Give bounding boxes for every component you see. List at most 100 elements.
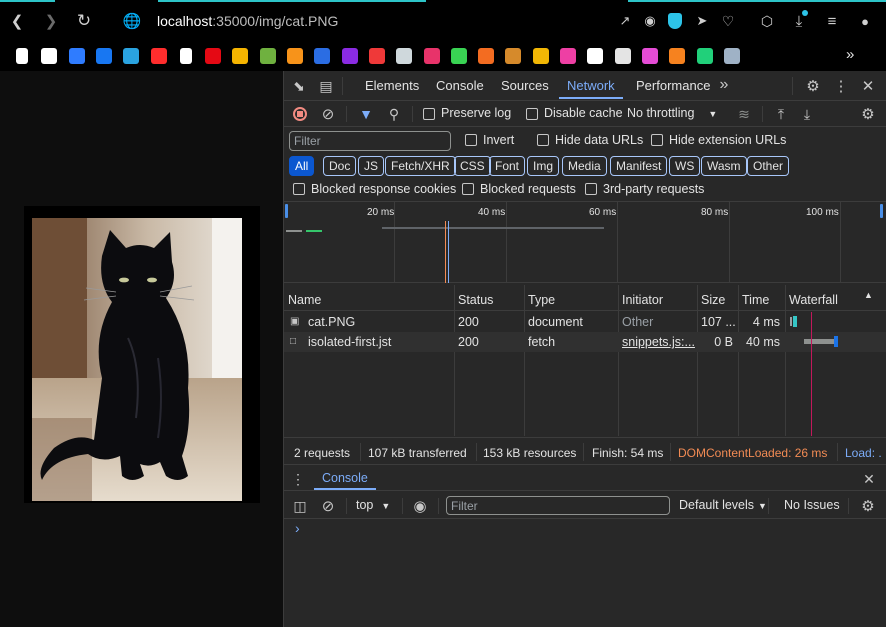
close-drawer-button[interactable]: ✕ <box>860 470 878 488</box>
network-settings-button[interactable]: ⚙ <box>859 105 877 123</box>
facebook-icon[interactable] <box>95 48 112 64</box>
netflix-icon[interactable] <box>205 48 222 64</box>
type-filter-img[interactable]: Img <box>527 156 560 176</box>
preserve-log-checkbox[interactable] <box>423 108 435 120</box>
live-expression-button[interactable]: ◉ <box>410 497 430 515</box>
more-options-button[interactable]: ⋮ <box>832 77 850 95</box>
type-filter-js[interactable]: JS <box>358 156 385 176</box>
coin-icon[interactable] <box>287 48 303 64</box>
send-button[interactable]: ➤ <box>691 10 713 32</box>
column-initiator[interactable]: Initiator <box>618 289 663 311</box>
brush-icon[interactable] <box>232 48 249 64</box>
device-toolbar-button[interactable]: ▤ <box>317 77 335 95</box>
tab-sources[interactable]: Sources <box>493 71 557 99</box>
site-info-button[interactable]: 🌐 <box>121 10 143 32</box>
console-prompt[interactable]: › <box>295 520 300 536</box>
column-time[interactable]: Time <box>738 289 769 311</box>
tab-elements[interactable]: Elements <box>357 71 427 99</box>
sparkle-icon[interactable] <box>41 48 58 64</box>
share-button[interactable]: ↗ <box>614 10 636 32</box>
context-select[interactable]: top ▼ <box>356 498 390 512</box>
drawer-menu-button[interactable]: ⋮ <box>291 470 305 488</box>
overview-handle-left[interactable] <box>285 204 288 218</box>
settings-button[interactable]: ⚙ <box>804 77 822 95</box>
a-logo-icon[interactable] <box>68 48 85 64</box>
forward-button[interactable]: ❯ <box>40 10 62 32</box>
column-type[interactable]: Type <box>524 289 555 311</box>
tf-icon[interactable] <box>560 48 576 64</box>
chess-icon[interactable] <box>259 48 276 64</box>
brand-icon[interactable] <box>478 48 495 64</box>
filter-input[interactable] <box>289 131 451 151</box>
play-icon[interactable] <box>150 48 167 64</box>
menu-button[interactable]: ≡ <box>821 10 843 32</box>
arc-icon[interactable] <box>423 48 440 64</box>
type-filter-css[interactable]: CSS <box>454 156 491 176</box>
drawer-tab-console[interactable]: Console <box>314 467 376 490</box>
screenshot-button[interactable]: ◉ <box>639 10 661 32</box>
sword-icon[interactable] <box>396 48 413 64</box>
filter-toggle-button[interactable]: ▼ <box>357 105 375 123</box>
network-conditions-button[interactable]: ≋ <box>735 105 753 123</box>
blocked-cookies-checkbox[interactable] <box>293 183 305 195</box>
column-status[interactable]: Status <box>454 289 493 311</box>
clear-button[interactable]: ⊘ <box>319 105 337 123</box>
bolt-icon[interactable] <box>669 48 686 64</box>
cube-logo-icon[interactable] <box>587 48 604 64</box>
star-icon[interactable] <box>696 48 713 64</box>
disable-cache-checkbox[interactable] <box>526 108 538 120</box>
downloads-button[interactable]: ⤓ <box>788 10 810 32</box>
profile-button[interactable]: ● <box>854 10 876 32</box>
t-logo-icon[interactable] <box>641 48 658 64</box>
telegram-icon[interactable] <box>123 48 140 64</box>
reload-button[interactable]: ↻ <box>73 10 95 32</box>
column-waterfall[interactable]: Waterfall <box>785 289 838 311</box>
shield-button[interactable] <box>664 10 686 32</box>
console-settings-button[interactable]: ⚙ <box>859 497 877 515</box>
vivaldi-icon[interactable] <box>368 48 385 64</box>
request-initiator-link[interactable]: snippets.js:... <box>618 332 697 352</box>
tab-console[interactable]: Console <box>428 71 492 99</box>
more-tabs-button[interactable]: » <box>715 76 733 94</box>
log-levels-select[interactable]: Default levels ▼ <box>679 498 767 512</box>
export-har-button[interactable]: ⤓ <box>798 105 816 123</box>
table-row[interactable]: ▣ cat.PNG 200 document Other 107 ... 4 m… <box>284 312 886 332</box>
console-sidebar-button[interactable]: ◫ <box>291 497 309 515</box>
issues-button[interactable]: No Issues <box>784 498 840 512</box>
tab-performance[interactable]: Performance <box>628 71 718 99</box>
chart-icon[interactable] <box>532 48 549 64</box>
inspect-element-button[interactable]: ⬊ <box>290 77 308 95</box>
tab-network[interactable]: Network <box>559 71 623 99</box>
import-har-button[interactable]: ⤒ <box>772 105 790 123</box>
back-button[interactable]: ❮ <box>6 10 28 32</box>
page-icon[interactable] <box>16 48 28 64</box>
table-row[interactable]: □ isolated-first.jst 200 fetch snippets.… <box>284 332 886 352</box>
page-icon[interactable] <box>179 48 192 64</box>
type-filter-manifest[interactable]: Manifest <box>610 156 668 176</box>
type-filter-ws[interactable]: WS <box>669 156 701 176</box>
console-filter-input[interactable] <box>446 496 670 515</box>
type-filter-doc[interactable]: Doc <box>323 156 357 176</box>
steam-icon[interactable] <box>723 48 740 64</box>
lion-icon[interactable] <box>505 48 522 64</box>
type-filter-wasm[interactable]: Wasm <box>701 156 747 176</box>
invert-checkbox[interactable] <box>465 134 477 146</box>
s-logo-icon[interactable] <box>450 48 467 64</box>
third-party-checkbox[interactable] <box>585 183 597 195</box>
hide-data-urls-checkbox[interactable] <box>537 134 549 146</box>
paypal-icon[interactable] <box>314 48 331 64</box>
type-filter-other[interactable]: Other <box>747 156 790 176</box>
type-filter-fetch-xhr[interactable]: Fetch/XHR <box>385 156 456 176</box>
bar-icon[interactable] <box>614 48 631 64</box>
address-bar[interactable]: localhost:35000/img/cat.PNG <box>157 13 338 29</box>
hide-extension-urls-checkbox[interactable] <box>651 134 663 146</box>
clear-console-button[interactable]: ⊘ <box>319 497 337 515</box>
favorites-button[interactable]: ♡ <box>717 10 739 32</box>
search-button[interactable]: ⚲ <box>385 105 403 123</box>
type-filter-font[interactable]: Font <box>489 156 526 176</box>
diamond-icon[interactable] <box>341 48 358 64</box>
throttling-select[interactable]: No throttling ▼ <box>627 106 717 120</box>
stop-recording-button[interactable] <box>291 105 309 123</box>
type-filter-media[interactable]: Media <box>562 156 607 176</box>
bookmarks-overflow-button[interactable]: » <box>846 46 854 63</box>
